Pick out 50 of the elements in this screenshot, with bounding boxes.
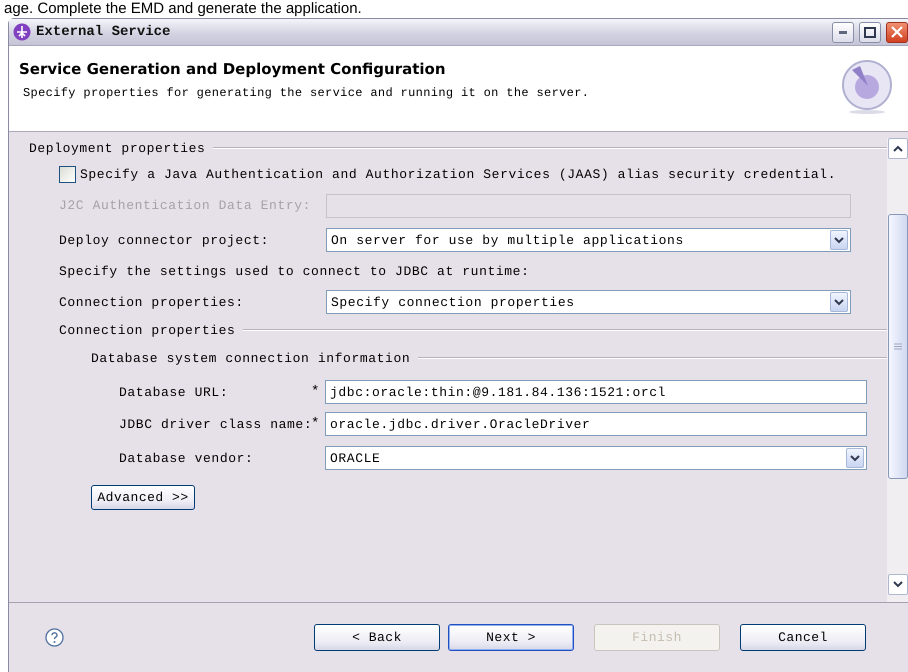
- text-field[interactable]: jdbc:oracle:thin:@9.181.84.136:1521:orcl: [325, 380, 867, 404]
- info-text: Specify the settings used to connect to JDBC at runtime:: [59, 264, 530, 279]
- checkbox-label: Specify a Java Authentication and Authorization Services (JAAS) alias security credential.: [80, 166, 836, 182]
- field-label: Connection properties:: [59, 294, 245, 310]
- wizard-dial-icon: [840, 58, 894, 116]
- wizard-button[interactable]: Cancel: [740, 624, 866, 651]
- jaas-checkbox[interactable]: [59, 166, 76, 182]
- chevron-down-icon: [892, 581, 902, 588]
- advanced-button[interactable]: Advanced >>: [91, 484, 195, 510]
- group-legend: Connection properties: [59, 322, 236, 338]
- minimize-button[interactable]: [832, 22, 854, 42]
- chevron-down-icon: [834, 236, 844, 244]
- field-label: JDBC driver class name:: [119, 416, 311, 432]
- wizard-button[interactable]: Next >: [448, 624, 574, 651]
- close-button[interactable]: [886, 22, 908, 42]
- wizard-button[interactable]: < Back: [314, 624, 440, 651]
- required-marker: *: [311, 384, 322, 400]
- deploy-connector-dropdown[interactable]: On server for use by multiple applications: [326, 228, 851, 252]
- scrollbar[interactable]: [887, 138, 908, 602]
- page-description: Specify properties for generating the service and running it on the server.: [22, 86, 590, 100]
- help-icon[interactable]: [45, 628, 64, 647]
- app-icon: [13, 23, 31, 41]
- minimize-icon: [839, 30, 847, 34]
- field-label: Database URL:: [119, 384, 230, 400]
- text-field[interactable]: oracle.jdbc.driver.OracleDriver: [325, 412, 867, 436]
- page-title: Service Generation and Deployment Configuration: [19, 60, 447, 78]
- field-label: Deploy connector project:: [59, 232, 270, 248]
- dropdown-button[interactable]: [830, 230, 848, 250]
- vendor-dropdown[interactable]: ORACLE: [325, 446, 867, 470]
- grip-icon: [894, 343, 902, 350]
- required-marker: *: [311, 416, 322, 432]
- chevron-down-icon: [834, 298, 844, 306]
- chevron-up-icon: [892, 145, 902, 152]
- dropdown-button[interactable]: [830, 292, 848, 312]
- scroll-up-button[interactable]: [888, 138, 908, 159]
- maximize-icon: [864, 26, 876, 38]
- group-legend: Database system connection information: [91, 350, 410, 366]
- chevron-down-icon: [850, 454, 860, 462]
- scroll-thumb[interactable]: [888, 214, 908, 479]
- field-label: Database vendor:: [119, 450, 254, 466]
- connection-properties-dropdown[interactable]: Specify connection properties: [326, 290, 851, 314]
- window-title: External Service: [36, 24, 172, 40]
- j2c-entry-field[interactable]: [326, 194, 851, 218]
- maximize-button[interactable]: [859, 22, 881, 42]
- dropdown-button[interactable]: [846, 448, 864, 468]
- section-legend: Deployment properties: [29, 140, 206, 156]
- scroll-down-button[interactable]: [888, 574, 908, 595]
- caption-text: age. Complete the EMD and generate the application.: [3, 0, 363, 18]
- close-icon: [891, 26, 903, 38]
- field-label: J2C Authentication Data Entry:: [59, 198, 312, 213]
